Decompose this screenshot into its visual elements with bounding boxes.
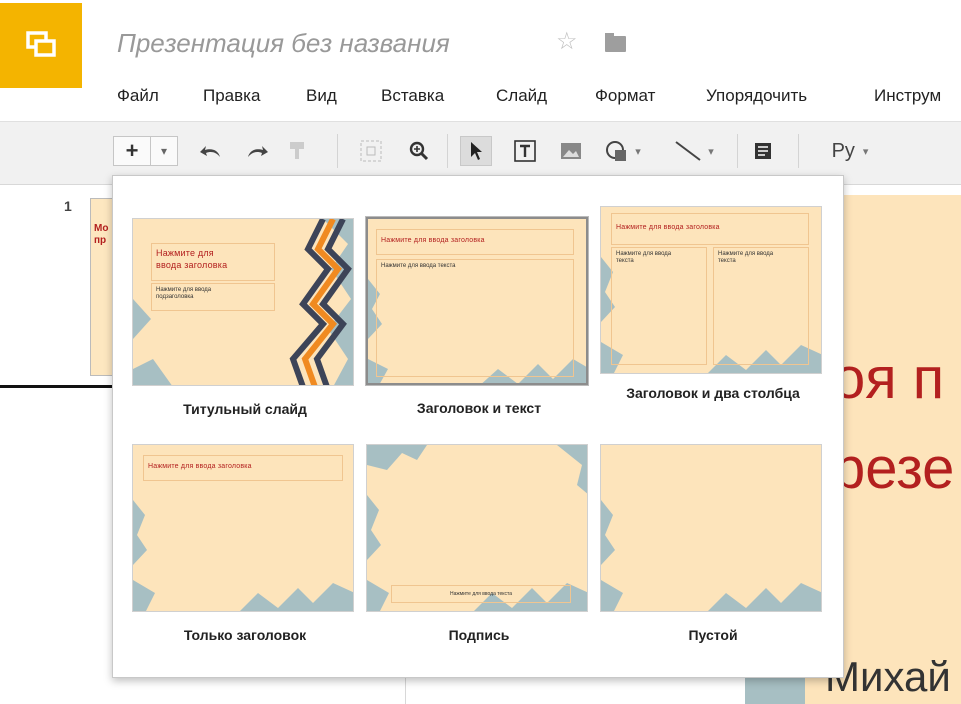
subtitle-placeholder-line1: Нажмите для ввода <box>156 287 212 293</box>
column1-placeholder-line2: текста <box>616 258 634 265</box>
image-icon[interactable] <box>556 136 586 166</box>
layout-label: Подпись <box>448 627 510 643</box>
new-slide-button[interactable]: + <box>113 136 151 166</box>
slides-logo[interactable] <box>0 3 82 88</box>
slides-logo-icon <box>26 31 56 57</box>
slide-title-line1: оя п <box>833 346 945 411</box>
title-placeholder: Нажмите для ввода заголовка <box>148 463 252 470</box>
layout-label: Заголовок и два столбца <box>626 385 800 401</box>
layout-blank[interactable]: Пустой <box>600 444 826 644</box>
layout-thumbnail: Нажмите для ввода заголовка Нажмите для в… <box>132 218 354 386</box>
menu-tools[interactable]: Инструм <box>874 84 941 108</box>
redo-icon[interactable] <box>242 136 272 166</box>
layout-label: Титульный слайд <box>183 401 307 417</box>
input-tools-button[interactable]: Ру ▾ <box>820 136 880 166</box>
column1-placeholder-line1: Нажмите для ввода <box>616 251 672 257</box>
layout-label: Заголовок и текст <box>416 400 542 416</box>
speaker-notes-icon[interactable] <box>748 136 778 166</box>
shape-icon[interactable]: ▾ <box>598 136 648 166</box>
layout-thumbnail: Нажмите для ввода заголовка Нажмите для … <box>600 206 822 374</box>
column2-placeholder-line1: Нажмите для ввода <box>718 251 774 257</box>
select-tool-button[interactable] <box>460 136 492 166</box>
menu-format[interactable]: Формат <box>595 84 655 108</box>
folder-icon[interactable] <box>605 33 626 52</box>
layout-caption[interactable]: Нажмите для ввода текста Подпись <box>366 444 592 644</box>
document-title[interactable]: Презентация без названия <box>117 28 450 59</box>
fit-icon[interactable] <box>356 136 386 166</box>
zoom-icon[interactable] <box>404 136 434 166</box>
column2-placeholder-line2: текста <box>718 258 736 265</box>
menu-insert[interactable]: Вставка <box>381 84 444 108</box>
title-placeholder: Нажмите для ввода заголовка <box>616 224 720 231</box>
layout-menu: Нажмите для ввода заголовка Нажмите для в… <box>112 175 844 678</box>
paint-format-icon[interactable] <box>284 136 310 166</box>
layout-thumbnail: Нажмите для ввода заголовка <box>132 444 354 612</box>
menu-edit[interactable]: Правка <box>203 84 260 108</box>
title-placeholder-line1: Нажмите для <box>156 248 214 258</box>
layout-label: Только заголовок <box>183 627 307 643</box>
layout-thumbnail: Нажмите для ввода текста <box>366 444 588 612</box>
body-placeholder: Нажмите для ввода текста <box>381 263 456 269</box>
menu-slide[interactable]: Слайд <box>496 84 547 108</box>
layout-thumbnail <box>600 444 822 612</box>
title-placeholder: Нажмите для ввода заголовка <box>381 237 485 244</box>
layout-title-only[interactable]: Нажмите для ввода заголовка Только загол… <box>132 444 358 644</box>
chevron-down-icon: ▾ <box>862 145 869 158</box>
layout-two-columns[interactable]: Нажмите для ввода заголовка Нажмите для … <box>600 206 826 402</box>
caption-placeholder: Нажмите для ввода текста <box>449 591 513 597</box>
layout-title-slide[interactable]: Нажмите для ввода заголовка Нажмите для в… <box>132 218 358 418</box>
cursor-icon <box>471 142 482 160</box>
undo-icon[interactable] <box>196 136 226 166</box>
text-box-icon[interactable] <box>510 136 540 166</box>
title-placeholder-line2: ввода заголовка <box>156 260 228 271</box>
slide-title-line2: резе <box>833 436 955 501</box>
line-icon[interactable]: ▾ <box>666 136 722 166</box>
thumbnail-text: Мо пр <box>94 223 109 246</box>
menu-view[interactable]: Вид <box>306 84 337 108</box>
subtitle-placeholder-line2: подзаголовка <box>156 294 194 301</box>
menu-file[interactable]: Файл <box>117 84 159 108</box>
filmstrip-divider <box>0 385 120 388</box>
layout-thumbnail: Нажмите для ввода заголовка Нажмите для … <box>366 217 588 385</box>
menu-arrange[interactable]: Упорядочить <box>706 84 807 108</box>
layout-label: Пустой <box>688 627 738 643</box>
input-tools-label: Ру <box>831 139 855 162</box>
layout-title-and-body[interactable]: Нажмите для ввода заголовка Нажмите для … <box>366 217 592 417</box>
slide-number: 1 <box>64 198 72 214</box>
new-slide-layout-dropdown[interactable]: ▾ <box>150 136 178 166</box>
star-icon[interactable]: ☆ <box>556 30 578 54</box>
